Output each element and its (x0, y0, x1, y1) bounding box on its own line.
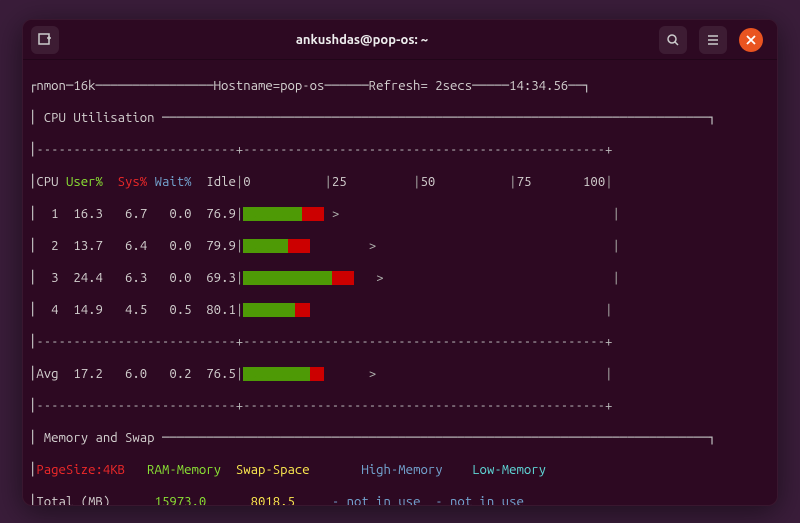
cpu3-sys: 6.3 (125, 271, 147, 285)
cpu2-id: 2 (51, 239, 58, 253)
menu-button[interactable] (699, 26, 727, 54)
cpu-hdr-wait: Wait% (155, 175, 192, 189)
mem-total-ram: 15973.0 (155, 495, 207, 506)
cpu1-idle: 76.9 (206, 207, 236, 221)
refresh-label: Refresh= (369, 79, 435, 93)
cpu3-user: 24.4 (73, 271, 103, 285)
cpu-avg-wait: 0.2 (169, 367, 191, 381)
cpu-avg-bar-user: UUUUUUUUU (243, 367, 309, 381)
cpu2-wait: 0.0 (169, 239, 191, 253)
cpu2-idle: 79.9 (206, 239, 236, 253)
cpu2-sys: 6.4 (125, 239, 147, 253)
cpu-section-title: CPU Utilisation (36, 111, 162, 125)
cpu4-idle: 80.1 (206, 303, 236, 317)
window-title: ankushdas@pop-os: ~ (65, 33, 659, 47)
cpu4-id: 4 (51, 303, 58, 317)
refresh-value: 2secs (435, 79, 472, 93)
cpu3-bar-sys: sss (332, 271, 354, 285)
cpu4-sys: 4.5 (125, 303, 147, 317)
mem-ram-hdr: RAM-Memory (147, 463, 221, 477)
titlebar: ankushdas@pop-os: ~ (23, 20, 777, 60)
cpu4-user: 14.9 (73, 303, 103, 317)
cpu-avg-idle: 76.5 (206, 367, 236, 381)
mem-total-lbl: Total (MB) (36, 495, 110, 506)
cpu3-idle: 69.3 (206, 271, 236, 285)
cpu1-sys: 6.7 (125, 207, 147, 221)
cpu3-wait: 0.0 (169, 271, 191, 285)
app-version: 16k (73, 79, 95, 93)
cpu4-bar-sys: ss (295, 303, 310, 317)
mem-total-swap: 8018.5 (251, 495, 295, 506)
cpu2-user: 13.7 (73, 239, 103, 253)
cpu3-id: 3 (51, 271, 58, 285)
close-button[interactable] (739, 28, 763, 52)
scale-50: 50 (421, 175, 436, 189)
scale-0: 0 (243, 175, 250, 189)
cpu-avg-bar-sys: ss (310, 367, 325, 381)
hostname: pop-os (280, 79, 324, 93)
cpu1-user: 16.3 (73, 207, 103, 221)
mem-pagesize: PageSize:4KB (36, 463, 125, 477)
scale-100: 100 (583, 175, 605, 189)
new-tab-button[interactable] (31, 26, 59, 54)
mem-section-title: Memory and Swap (36, 431, 162, 445)
cpu-hdr-cpu: CPU (36, 175, 58, 189)
search-button[interactable] (659, 26, 687, 54)
scale-75: 75 (517, 175, 532, 189)
cpu2-bar-user: UUUUUU (243, 239, 287, 253)
clock: 14:34.56 (509, 79, 568, 93)
hostname-label: Hostname= (214, 79, 280, 93)
cpu1-wait: 0.0 (169, 207, 191, 221)
cpu1-bar-sys: sss (302, 207, 324, 221)
cpu1-id: 1 (51, 207, 58, 221)
mem-high-hdr: High-Memory (361, 463, 442, 477)
cpu2-bar-sys: sss (288, 239, 310, 253)
cpu1-bar-user: UUUUUUUU (243, 207, 302, 221)
cpu-avg-user: 17.2 (73, 367, 103, 381)
cpu4-wait: 0.5 (169, 303, 191, 317)
cpu-hdr-sys: Sys% (118, 175, 148, 189)
mem-low-hdr: Low-Memory (472, 463, 546, 477)
app-name: nmon (36, 79, 66, 93)
mem-swap-hdr: Swap-Space (236, 463, 310, 477)
scale-25: 25 (332, 175, 347, 189)
mem-notinuse: - not in use - not in use (332, 495, 524, 506)
cpu3-bar-user: UUUUUUUUUUUU (243, 271, 332, 285)
cpu4-bar-user: UUUUUUU (243, 303, 295, 317)
cpu-avg-sys: 6.0 (125, 367, 147, 381)
cpu-hdr-idle: Idle (206, 175, 236, 189)
cpu-hdr-user: User% (66, 175, 103, 189)
terminal-window: ankushdas@pop-os: ~ ┌nmon─16k───────────… (22, 19, 778, 506)
cpu-avg-id: Avg (36, 367, 58, 381)
terminal-output[interactable]: ┌nmon─16k────────────────Hostname=pop-os… (23, 60, 777, 506)
